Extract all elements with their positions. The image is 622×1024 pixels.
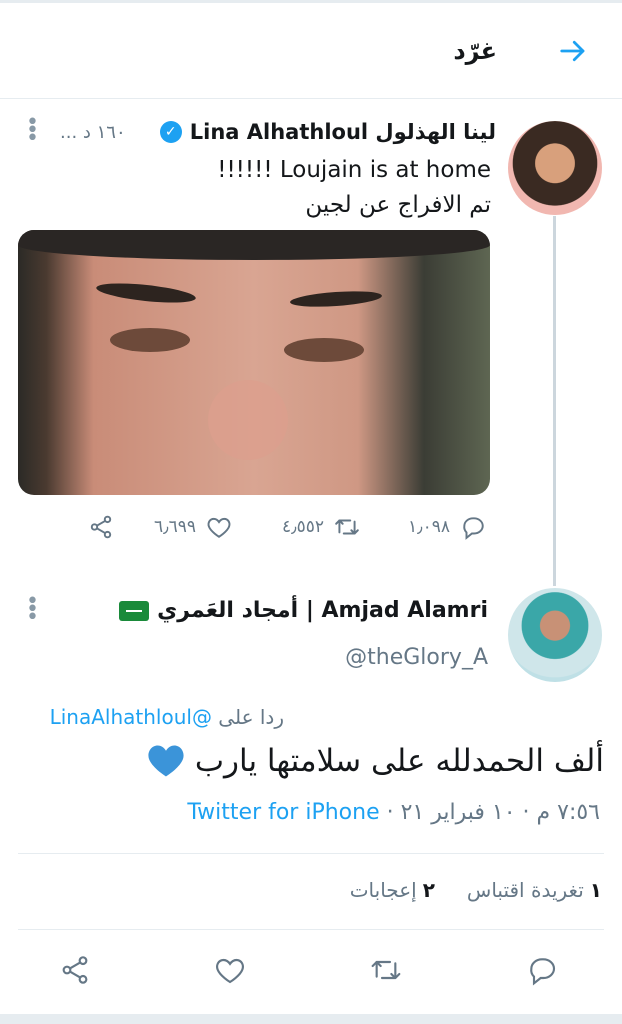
divider (18, 929, 604, 930)
photo-hair (18, 230, 490, 260)
likes-count: ٢ (422, 878, 435, 902)
share-button[interactable] (88, 514, 114, 540)
avatar[interactable] (508, 588, 602, 682)
tweet2-source-link[interactable]: Twitter for iPhone (187, 800, 379, 825)
tweet2-datetime: ٧:٥٦ م · ١٠ فبراير ٢١ · (379, 800, 600, 825)
heart-icon (216, 958, 244, 984)
author-name: لينا الهذلول Lina Alhathloul (189, 120, 496, 144)
reply-count: ١٫٠٩٨ (408, 517, 451, 537)
reply-button[interactable] (526, 954, 558, 986)
tweet2-meta: ٧:٥٦ م · ١٠ فبراير ٢١ · Twitter for iPho… (187, 800, 600, 825)
share-icon (62, 956, 88, 984)
photo-eye-right (284, 338, 364, 362)
heart-icon (207, 517, 231, 538)
tweet2-actions (0, 950, 622, 994)
arrow-right-icon (560, 40, 585, 62)
saudi-flag-emoji (119, 600, 150, 621)
tweet1-photo[interactable] (18, 230, 490, 495)
reply-prefix: ردا على (218, 705, 284, 729)
like-button[interactable] (214, 954, 246, 986)
tweet2-text: ألف الحمدلله على سلامتها يارب (194, 743, 604, 779)
likes-label[interactable]: إعجابات (350, 878, 417, 902)
photo-brow-left (95, 279, 197, 307)
tweet1-actions: ٦٫٦٩٩ ٤٫٥٥٢ ١٫٠٩٨ (88, 514, 488, 546)
avatar[interactable] (508, 121, 602, 215)
tweet1-text-line2: تم الافراج عن لجين (305, 192, 491, 218)
author-name: Amjad Alamri | أمجاد العَمري (157, 598, 488, 623)
reply-context: ردا على @LinaAlhathloul (50, 705, 284, 729)
bottom-strip (0, 1014, 622, 1024)
tweet2-stats: ١ تغريدة اقتباس ٢ إعجابات (350, 878, 602, 902)
quote-label[interactable]: تغريدة اقتباس (467, 878, 584, 902)
retweet-button[interactable]: ٤٫٥٥٢ (282, 514, 360, 540)
reply-button[interactable]: ١٫٠٩٨ (408, 514, 486, 540)
retweet-icon (371, 960, 401, 980)
tweet1-author[interactable]: لينا الهذلول Lina Alhathloul ✓ (159, 120, 496, 144)
divider (18, 853, 604, 854)
more-vertical-icon[interactable]: • • • (26, 591, 39, 629)
tweet2-body: ألف الحمدلله على سلامتها يارب (147, 743, 604, 779)
reply-mention-link[interactable]: @LinaAlhathloul (50, 705, 212, 729)
back-button[interactable] (556, 34, 590, 68)
quote-count: ١ (589, 878, 602, 902)
verified-badge-icon: ✓ (159, 121, 182, 143)
like-count: ٦٫٦٩٩ (154, 517, 197, 537)
photo-brow-right (289, 288, 383, 310)
header: غرّد (0, 3, 622, 99)
share-button[interactable] (59, 954, 91, 986)
tweet2-author[interactable]: Amjad Alamri | أمجاد العَمري (119, 598, 488, 623)
page-title: غرّد (453, 37, 497, 65)
blue-heart-emoji (148, 745, 184, 777)
reply-icon (463, 517, 484, 540)
retweet-count: ٤٫٥٥٢ (282, 517, 325, 537)
tweet1-timestamp: ... ١٦٠ د (60, 122, 126, 143)
share-icon (90, 515, 112, 539)
more-vertical-icon[interactable]: • • • (26, 112, 39, 150)
reply-icon (530, 958, 555, 986)
photo-eye-left (110, 328, 190, 352)
author-handle[interactable]: @theGlory_A (345, 645, 488, 670)
retweet-icon (335, 519, 359, 535)
photo-nose (208, 380, 288, 460)
like-button[interactable]: ٦٫٦٩٩ (154, 514, 232, 540)
thread-connector (553, 216, 556, 586)
tweet1-text-line1: !!!!!! Loujain is at home (217, 157, 491, 183)
retweet-button[interactable] (370, 954, 402, 986)
